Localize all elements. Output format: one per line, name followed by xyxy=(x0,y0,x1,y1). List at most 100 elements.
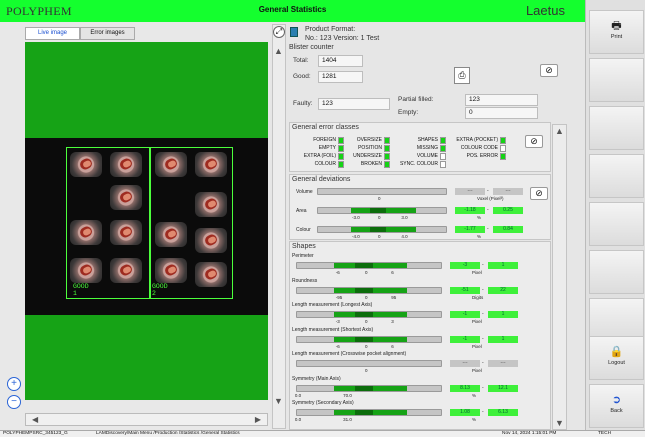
scroll-right-icon[interactable]: ▶ xyxy=(255,415,261,424)
deviations-min-value: --- xyxy=(455,188,485,195)
shapes-bar xyxy=(296,360,442,367)
good-region-1 xyxy=(66,147,150,299)
deviations-unit: Voxel (Pixel³) xyxy=(477,196,504,201)
error-class-indicator xyxy=(500,153,506,160)
measured-range xyxy=(370,227,386,232)
shape-label: Length measurement (Shortest Axis) xyxy=(292,326,374,333)
deviations-bar xyxy=(317,226,447,233)
back-arrow-icon: ➲ xyxy=(611,394,622,406)
deviation-label: Area xyxy=(296,208,307,214)
measured-range xyxy=(355,263,373,268)
error-class-indicator xyxy=(338,161,344,168)
error-class-indicator xyxy=(384,153,390,160)
scroll-up-icon[interactable]: ▲ xyxy=(274,46,283,56)
separator: - xyxy=(482,384,484,391)
product-format-label: Product Format: xyxy=(305,26,356,33)
swap-view-icon[interactable]: ⤢ xyxy=(273,26,285,38)
error-class-label: POSITION xyxy=(358,145,382,151)
tick-label: -6 xyxy=(335,343,340,349)
shapes-unit: Digits xyxy=(472,294,484,300)
separator: - xyxy=(482,409,484,415)
shape-label: Perimeter xyxy=(292,253,314,259)
scroll-down-icon[interactable]: ▼ xyxy=(274,396,283,406)
tab-live-image[interactable]: Live image xyxy=(25,27,80,40)
shapes-bar xyxy=(296,311,442,318)
zoom-in-icon[interactable]: + xyxy=(7,377,21,391)
separator: - xyxy=(482,286,484,293)
reset-icon: ⊘ xyxy=(545,65,553,75)
shapes-bar xyxy=(296,384,442,392)
shapes-unit: Pixel xyxy=(472,343,482,349)
shapes-unit: % xyxy=(472,392,477,398)
error-class-indicator xyxy=(440,161,446,168)
reset-counter-button[interactable]: ⊘ xyxy=(540,64,558,77)
deviations-max-value: 0.84 xyxy=(493,226,523,233)
error-class-label: VOLUME xyxy=(416,153,438,159)
deviations-bar xyxy=(317,188,447,195)
faulty-label: Faulty: xyxy=(293,100,313,107)
horizontal-scrollbar[interactable]: ◀ ▶ xyxy=(25,413,268,426)
faulty-value: 123 xyxy=(318,98,390,110)
shapes-bar xyxy=(296,286,442,294)
shapes-max-value: 22 xyxy=(488,286,518,294)
error-class-label: EMPTY xyxy=(318,145,336,151)
title-bar: POLYPHEM General Statistics Laetus xyxy=(0,0,585,22)
shapes-max-value: 12.1 xyxy=(488,384,518,392)
deviation-label: Volume xyxy=(296,189,313,195)
tick-label: 0 xyxy=(378,234,381,239)
shape-label: Symmetry (Main Axis) xyxy=(292,375,341,382)
right-button-panel: 🖶 Print 🔒 Logout ➲ Back xyxy=(585,0,645,430)
tick-label: 0 xyxy=(365,294,368,300)
reset-icon: ⊘ xyxy=(530,136,538,146)
tick-label: 70.0 xyxy=(343,392,352,398)
shapes-unit: Pixel xyxy=(472,319,482,324)
error-class-label: COLOUR CODE xyxy=(460,145,498,151)
error-class-indicator xyxy=(338,145,344,152)
page-title: General Statistics xyxy=(258,5,327,14)
status-path: LAMDiscovery/Main Menu /Production /Stat… xyxy=(96,431,240,436)
separator: - xyxy=(487,226,489,232)
total-value: 1404 xyxy=(318,55,363,67)
left-vertical-scrollbar[interactable] xyxy=(272,24,286,429)
back-label: Back xyxy=(610,408,623,414)
status-time: Nov 14, 2024 1:15:01 PM xyxy=(502,431,557,436)
print-button[interactable]: 🖶 Print xyxy=(589,10,644,54)
reset-error-classes-button[interactable]: ⊘ xyxy=(525,135,543,148)
status-machine-id: POLYPHEMPSRC_345123_G xyxy=(3,431,68,436)
measured-range xyxy=(355,410,373,415)
tab-error-images[interactable]: Error images xyxy=(80,27,135,40)
tick-label: 0 xyxy=(365,270,368,275)
partial-filled-value: 123 xyxy=(465,94,538,106)
separator: - xyxy=(482,335,484,342)
back-button[interactable]: ➲ Back xyxy=(589,384,644,428)
shapes-unit: % xyxy=(472,417,477,422)
shape-label: Length measurement (Crosswise pocket ali… xyxy=(292,351,407,357)
shapes-max-value: 1 xyxy=(488,262,518,269)
stats-scroll-up-icon[interactable]: ▲ xyxy=(555,126,564,136)
scroll-left-icon[interactable]: ◀ xyxy=(32,415,38,424)
logout-button[interactable]: 🔒 Logout xyxy=(589,336,644,380)
separator: - xyxy=(482,262,484,268)
tick-label: -4.0 xyxy=(352,234,360,239)
measured-range xyxy=(355,312,373,317)
zoom-out-icon[interactable]: − xyxy=(7,395,21,409)
total-label: Total: xyxy=(293,57,309,64)
shapes-max-value: 1 xyxy=(488,311,518,318)
measured-range xyxy=(370,208,386,213)
stats-vertical-scrollbar[interactable]: ▲ ▼ xyxy=(552,124,567,430)
shapes-min-value: -51 xyxy=(450,286,480,294)
error-class-indicator xyxy=(338,153,344,160)
export-document-icon[interactable]: ⎙ xyxy=(454,67,470,84)
document-icon xyxy=(290,27,298,37)
measured-range xyxy=(355,385,373,391)
partial-filled-label: Partial filled: xyxy=(398,96,434,103)
deviations-max-value: 0.25 xyxy=(493,207,523,214)
measured-range xyxy=(355,287,373,293)
empty-value: 0 xyxy=(465,107,538,119)
tick-label: 3.0 xyxy=(401,215,408,220)
shapes-max-value: --- xyxy=(488,360,518,367)
error-class-label: BROKEN xyxy=(360,161,382,167)
empty-slot-2 xyxy=(589,106,644,150)
stats-scroll-down-icon[interactable]: ▼ xyxy=(555,418,564,428)
reset-deviations-button[interactable]: ⊘ xyxy=(530,187,548,200)
